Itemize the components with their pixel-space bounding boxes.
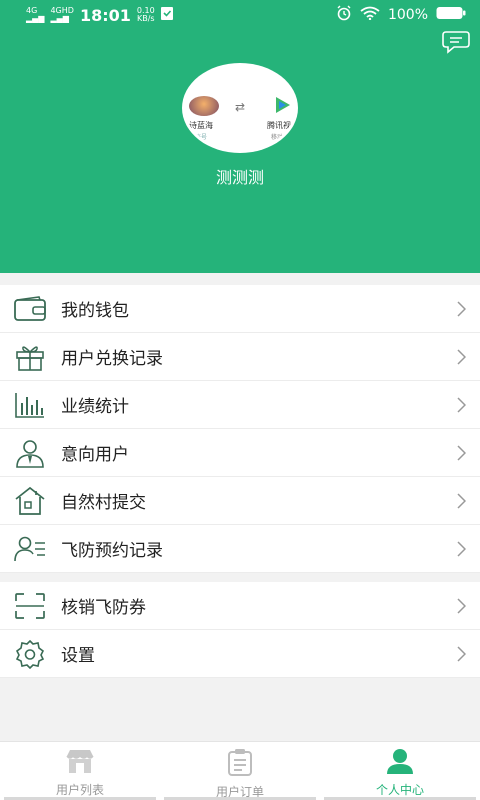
user-list-icon — [13, 534, 47, 564]
avatar-right-sub: 移动 — [271, 134, 284, 141]
play-icon — [271, 94, 293, 116]
network-speed: 0.10 KB/s — [137, 7, 155, 23]
menu-label: 业绩统计 — [61, 397, 129, 417]
store-icon — [65, 748, 95, 778]
speed-unit: KB/s — [136, 14, 155, 23]
menu-item-performance-stats[interactable]: 业绩统计 — [0, 381, 480, 429]
menu-label: 用户兑换记录 — [61, 349, 163, 369]
scan-icon — [13, 591, 47, 621]
signal-icon: 4G ▂▄▆ — [26, 6, 45, 23]
chevron-right-icon — [456, 445, 467, 461]
alarm-icon — [336, 5, 352, 25]
tab-label: 用户列表 — [55, 783, 104, 797]
avatar-right-label: 腾讯视 — [267, 121, 291, 130]
menu-label: 自然村提交 — [61, 493, 146, 513]
avatar-left-label: 诗蓝海 — [189, 121, 213, 130]
menu-item-spray-booking-records[interactable]: 飞防预约记录 — [0, 525, 480, 573]
menu-item-settings[interactable]: 设置 — [0, 630, 480, 678]
menu-item-village-submit[interactable]: 自然村提交 — [0, 477, 480, 525]
battery-icon — [436, 6, 466, 24]
clock: 18:01 — [79, 5, 131, 25]
user-tie-icon — [13, 438, 47, 468]
avatar-left-image — [189, 96, 219, 116]
menu-label: 飞防预约记录 — [61, 541, 163, 561]
chevron-right-icon — [456, 349, 467, 365]
menu-item-verify-voucher[interactable]: 核销飞防券 — [0, 582, 480, 630]
tab-user-orders[interactable]: 用户订单 — [160, 742, 320, 800]
network-type-2: 4GHD — [50, 6, 74, 15]
menu-group-secondary: 核销飞防券 设置 — [0, 582, 480, 678]
menu-item-exchange-records[interactable]: 用户兑换记录 — [0, 333, 480, 381]
menu-label: 设置 — [61, 646, 95, 666]
network-type-1: 4G — [26, 6, 38, 15]
chevron-right-icon — [456, 541, 467, 557]
notification-icon — [160, 6, 173, 24]
bottom-tab-bar: 用户列表 用户订单 个人中心 — [0, 741, 480, 800]
chevron-right-icon — [456, 598, 467, 614]
menu-label: 意向用户 — [61, 445, 129, 465]
avatar-left-sub: 小账号 — [189, 134, 208, 141]
bar-chart-icon — [13, 390, 47, 420]
wifi-icon — [360, 6, 380, 24]
signal-icon-2: 4GHD ▂▄▆ — [50, 6, 74, 23]
menu-label: 我的钱包 — [61, 301, 129, 321]
chevron-right-icon — [456, 493, 467, 509]
status-bar: 4G ▂▄▆ 4GHD ▂▄▆ 18:01 0.10 KB/s 100% — [0, 0, 480, 30]
tab-user-list[interactable]: 用户列表 — [0, 742, 160, 800]
gift-icon — [13, 342, 47, 372]
house-icon — [13, 486, 47, 516]
chevron-right-icon — [456, 301, 467, 317]
menu-label: 核销飞防券 — [61, 598, 146, 618]
avatar[interactable]: 诗蓝海 小账号 ⇄ 腾讯视 移动 — [182, 63, 298, 153]
clipboard-icon — [227, 748, 253, 780]
tab-personal-center[interactable]: 个人中心 — [320, 742, 480, 800]
person-icon — [386, 748, 414, 778]
menu-item-intended-users[interactable]: 意向用户 — [0, 429, 480, 477]
battery-level: 100% — [387, 7, 428, 23]
chevron-right-icon — [456, 397, 467, 413]
gear-icon — [13, 639, 47, 669]
wallet-icon — [13, 294, 47, 324]
swap-icon: ⇄ — [235, 100, 246, 114]
username: 测测测 — [215, 168, 264, 187]
tab-label: 个人中心 — [375, 783, 424, 797]
chevron-right-icon — [456, 646, 467, 662]
profile-header: 诗蓝海 小账号 ⇄ 腾讯视 移动 测测测 — [0, 30, 480, 273]
menu-item-wallet[interactable]: 我的钱包 — [0, 285, 480, 333]
menu-group-main: 我的钱包 用户兑换记录 业绩统计 意向用户 自然村提交 飞防预约记录 — [0, 285, 480, 573]
message-icon[interactable] — [442, 30, 470, 54]
